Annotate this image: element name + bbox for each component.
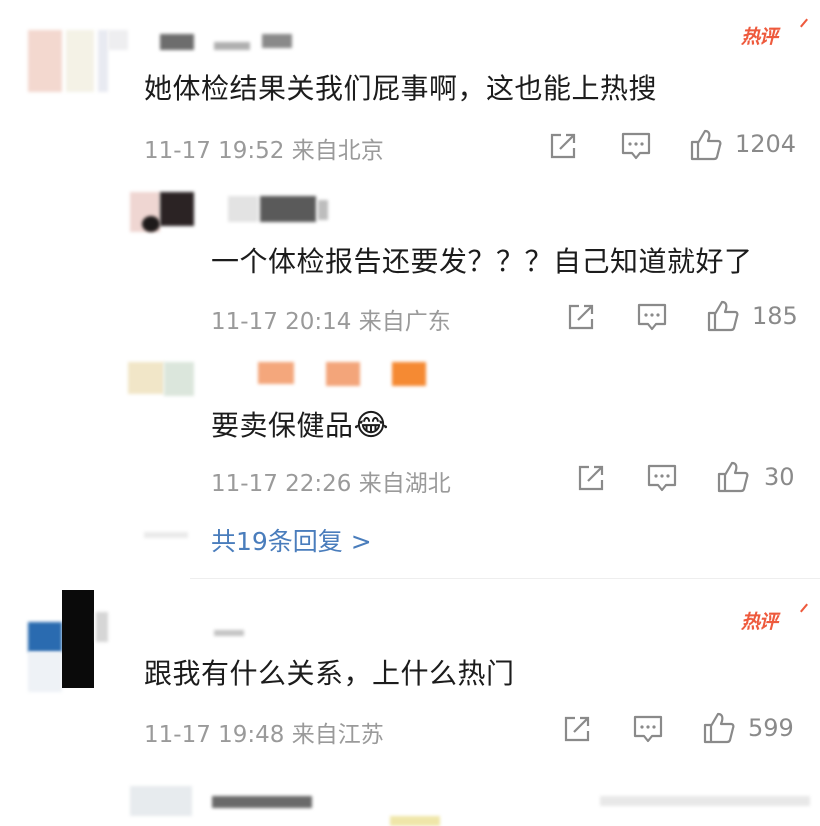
comment-icon[interactable] [646,463,678,493]
reply-time: 11-17 20:14 来自广东 [211,309,451,335]
comment-time: 11-17 19:48 来自江苏 [144,722,384,748]
comment-text: 跟我有什么关系，上什么热门 [144,657,515,690]
share-icon[interactable] [548,131,578,161]
like-icon[interactable] [702,711,736,745]
reply-text: 一个体检报告还要发？？？自己知道就好了 [211,245,753,278]
divider [190,578,820,579]
like-icon[interactable] [716,460,750,494]
blurred-placeholder [390,816,440,826]
share-icon[interactable] [566,302,596,332]
comment-icon[interactable] [632,714,664,744]
username[interactable] [212,796,312,808]
blurred-placeholder [144,532,188,538]
like-icon[interactable] [706,299,740,333]
blurred-placeholder [600,796,810,806]
like-count: 1204 [735,130,797,158]
more-replies-link[interactable]: 共19条回复 > [211,522,372,558]
laughing-emoji-icon: 😂 [353,408,390,443]
like-icon[interactable] [689,128,723,162]
like-count: 599 [748,714,794,742]
share-icon[interactable] [576,463,606,493]
reply-time: 11-17 22:26 来自湖北 [211,471,451,497]
comment-icon[interactable] [620,131,652,161]
comment-icon[interactable] [636,302,668,332]
like-count: 30 [764,463,795,491]
hot-comment-badge: 热评 [741,603,808,634]
share-icon[interactable] [562,714,592,744]
comment-time: 11-17 19:52 来自北京 [144,138,384,164]
like-count: 185 [752,302,798,330]
hot-comment-badge: 热评 [741,18,808,49]
comment-text: 她体检结果关我们屁事啊，这也能上热搜 [144,72,658,105]
reply-text: 要卖保健品😂 [211,408,390,443]
avatar[interactable] [130,786,192,816]
